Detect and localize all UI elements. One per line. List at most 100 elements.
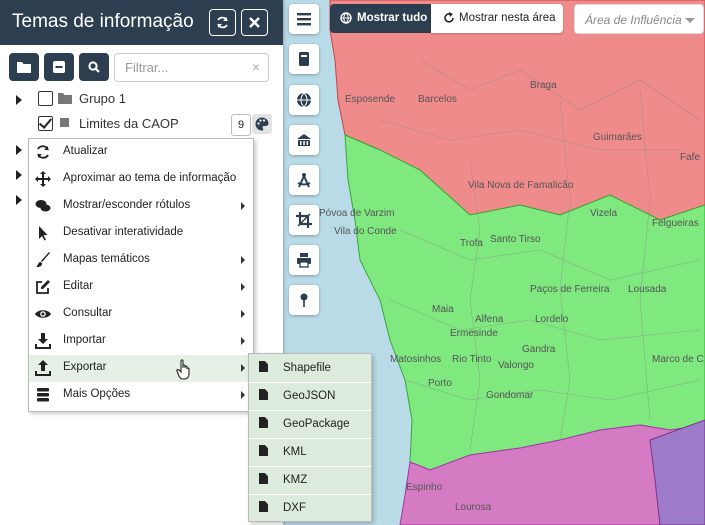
- building-icon: [297, 134, 311, 146]
- close-button[interactable]: [241, 9, 268, 36]
- menu-toggle-button[interactable]: [289, 4, 319, 34]
- basemap-button[interactable]: [289, 85, 319, 115]
- label-gandra: Gandra: [522, 344, 556, 355]
- area-influencia-label: Área de Influência: [585, 13, 682, 27]
- label-famalicao: Vila Nova de Famalicão: [468, 180, 574, 191]
- submenu-arrow-icon: [241, 391, 245, 399]
- label-alfena: Alfena: [475, 314, 504, 325]
- filter-placeholder: Filtrar...: [125, 60, 169, 75]
- export-label: KML: [283, 446, 307, 458]
- export-kml[interactable]: KML: [249, 438, 371, 467]
- submenu-arrow-icon: [241, 283, 245, 291]
- menu-item-mais-opcoes[interactable]: Mais Opções: [29, 382, 253, 409]
- export-shapefile[interactable]: Shapefile: [249, 354, 371, 383]
- filter-input[interactable]: Filtrar... ×: [114, 53, 269, 82]
- menu-label: Aproximar ao tema de informação: [63, 172, 237, 184]
- menu-item-interatividade[interactable]: Desativar interatividade: [29, 220, 253, 247]
- folder-icon: [17, 62, 31, 73]
- mostrar-tudo-label: Mostrar tudo: [357, 12, 428, 24]
- label-esposende: Esposende: [345, 94, 395, 105]
- export-geopackage[interactable]: GeoPackage: [249, 410, 371, 439]
- menu-label: Atualizar: [63, 145, 108, 157]
- menu-item-exportar[interactable]: Exportar: [29, 355, 253, 382]
- menu-label: Mais Opções: [63, 388, 131, 400]
- export-kmz[interactable]: KMZ: [249, 466, 371, 495]
- label-braga: Braga: [530, 80, 557, 91]
- expand-caret-icon[interactable]: [16, 95, 22, 105]
- globe-icon: [340, 12, 352, 24]
- comments-icon: [35, 200, 51, 212]
- menu-item-mapas-tematicos[interactable]: Mapas temáticos: [29, 247, 253, 274]
- layers-book-button[interactable]: [289, 44, 319, 74]
- search-layers-button[interactable]: [79, 53, 109, 81]
- label-felgueiras: Felgueiras: [652, 218, 699, 229]
- clear-filter-icon[interactable]: ×: [252, 54, 260, 81]
- grupo1-checkbox[interactable]: [38, 91, 53, 106]
- search-icon: [88, 61, 100, 73]
- refresh-button[interactable]: [209, 9, 236, 36]
- label-santo-tirso: Santo Tirso: [490, 234, 541, 245]
- expand-caret-icon[interactable]: [16, 145, 22, 155]
- label-valongo: Valongo: [498, 360, 534, 371]
- label-rio-tinto: Rio Tinto: [452, 354, 492, 365]
- mostrar-nesta-area-button[interactable]: Mostrar nesta área: [431, 4, 563, 33]
- label-maia: Maia: [432, 304, 454, 315]
- menu-label: Mapas temáticos: [63, 253, 150, 265]
- add-folder-button[interactable]: [9, 53, 39, 81]
- export-label: Shapefile: [283, 362, 331, 374]
- upload-icon: [35, 360, 51, 376]
- expand-caret-icon[interactable]: [16, 195, 22, 205]
- print-button[interactable]: [289, 245, 319, 275]
- menu-item-consultar[interactable]: Consultar: [29, 301, 253, 328]
- submenu-arrow-icon: [241, 256, 245, 264]
- menu-item-rotulos[interactable]: Mostrar/esconder rótulos: [29, 193, 253, 220]
- menu-item-aproximar[interactable]: Aproximar ao tema de informação: [29, 166, 253, 193]
- menu-label: Editar: [63, 280, 94, 292]
- export-label: GeoJSON: [283, 390, 336, 402]
- menu-item-atualizar[interactable]: Atualizar: [29, 139, 253, 166]
- label-lourosa: Lourosa: [455, 502, 492, 513]
- limites-checkbox[interactable]: [38, 116, 53, 131]
- menu-label: Importar: [63, 334, 106, 346]
- file-icon: [259, 417, 268, 428]
- measure-button[interactable]: [289, 165, 319, 195]
- area-influencia-select[interactable]: Área de Influência: [574, 4, 704, 34]
- crop-button[interactable]: [289, 205, 319, 235]
- panel-title: Temas de informação: [12, 11, 194, 32]
- tree-row-grupo1[interactable]: Grupo 1: [0, 88, 283, 112]
- folder-icon: [58, 93, 72, 104]
- move-arrows-icon: [35, 171, 51, 187]
- submenu-arrow-icon: [241, 202, 245, 210]
- file-icon: [259, 445, 268, 456]
- tree-row-limites[interactable]: Limites da CAOP 9: [0, 113, 283, 137]
- menu-item-importar[interactable]: Importar: [29, 328, 253, 355]
- label-vila-do-conde: Vila do Conde: [334, 226, 397, 237]
- label-povoa: Póvoa de Varzim: [319, 208, 394, 219]
- pin-icon: [300, 293, 308, 307]
- palette-button[interactable]: [252, 114, 272, 134]
- edit-icon: [36, 280, 50, 294]
- label-fafe: Fafe: [680, 152, 700, 163]
- export-geojson[interactable]: GeoJSON: [249, 382, 371, 411]
- menu-label: Exportar: [63, 361, 107, 373]
- pin-button[interactable]: [289, 285, 319, 315]
- mostrar-tudo-button[interactable]: Mostrar tudo: [330, 4, 431, 33]
- file-icon: [259, 361, 268, 372]
- remove-button[interactable]: [44, 53, 74, 81]
- label-porto: Porto: [428, 378, 452, 389]
- buildings-button[interactable]: [289, 125, 319, 155]
- menu-item-editar[interactable]: Editar: [29, 274, 253, 301]
- book-icon: [299, 52, 309, 66]
- redo-icon: [444, 12, 454, 23]
- layer-square-icon: [60, 118, 69, 127]
- file-icon: [259, 473, 268, 484]
- download-icon: [35, 333, 51, 349]
- label-ermesinde: Ermesinde: [450, 328, 498, 339]
- expand-caret-icon[interactable]: [16, 170, 22, 180]
- pointer-icon: [39, 226, 48, 241]
- paint-brush-icon: [36, 252, 50, 268]
- label-lordelo: Lordelo: [535, 314, 569, 325]
- grupo1-label: Grupo 1: [79, 91, 126, 106]
- close-icon: [249, 17, 260, 28]
- export-dxf[interactable]: DXF: [249, 494, 371, 522]
